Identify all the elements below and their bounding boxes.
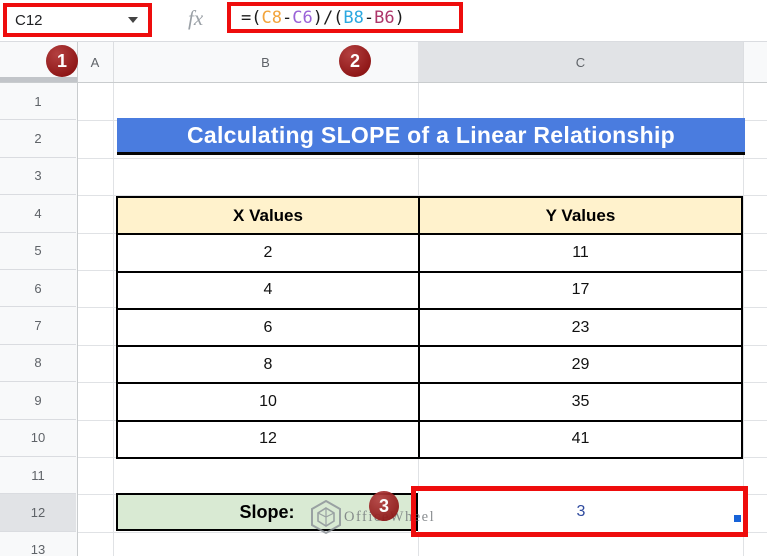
table-cell[interactable]: 12 xyxy=(118,421,418,458)
name-box[interactable]: C12 xyxy=(3,3,152,37)
row-header-3[interactable]: 3 xyxy=(0,158,76,196)
formula-token: - xyxy=(363,7,375,28)
formula-box[interactable]: =(C8-C6)/(B8-B6) xyxy=(227,2,463,33)
row-header-8[interactable]: 8 xyxy=(0,345,76,383)
row-header-10[interactable]: 10 xyxy=(0,420,76,457)
formula-token: B8 xyxy=(343,7,364,28)
formula-token: - xyxy=(281,7,293,28)
h-gridline xyxy=(77,157,767,159)
formula-token: C8 xyxy=(261,7,282,28)
row-header-11[interactable]: 11 xyxy=(0,457,76,495)
table-header-cell[interactable]: Y Values xyxy=(420,198,741,234)
row-header-5[interactable]: 5 xyxy=(0,233,76,270)
table-header-cell[interactable]: X Values xyxy=(118,198,418,234)
name-box-dropdown-icon[interactable] xyxy=(128,17,138,23)
column-header-a[interactable]: A xyxy=(77,42,114,82)
table-cell[interactable]: 35 xyxy=(420,384,741,420)
row-header-4[interactable]: 4 xyxy=(0,195,76,233)
row-header-column: 1 2 3 4 5 6 7 8 9 10 11 12 13 xyxy=(0,83,78,556)
table-cell[interactable]: 29 xyxy=(420,347,741,383)
v-gridline xyxy=(113,83,114,556)
data-table: X Values Y Values 2 11 4 17 6 23 8 29 10 35 12 41 xyxy=(116,196,743,460)
row-header-2[interactable]: 2 xyxy=(0,120,76,158)
column-header-b[interactable]: B xyxy=(113,42,419,82)
annotation-badge-1: 1 xyxy=(46,45,78,77)
formula-token: =( xyxy=(241,7,262,28)
formula-token: C6 xyxy=(292,7,313,28)
formula-token: )/( xyxy=(312,7,344,28)
spreadsheet-app: C12 fx =(C8-C6)/(B8-B6) A B C 1234567891… xyxy=(0,0,767,556)
row-header-7[interactable]: 7 xyxy=(0,307,76,345)
sheet-title: Calculating SLOPE of a Linear Relationsh… xyxy=(186,121,675,148)
row-header-1[interactable]: 1 xyxy=(0,83,76,121)
table-cell[interactable]: 6 xyxy=(118,309,418,346)
column-header-row: A B C xyxy=(0,42,767,83)
row-header-13[interactable]: 13 xyxy=(0,532,76,556)
title-banner-cell[interactable]: Calculating SLOPE of a Linear Relationsh… xyxy=(117,118,745,155)
frozen-pane-shadow xyxy=(0,77,77,82)
table-cell[interactable]: 23 xyxy=(420,309,741,346)
annotation-badge-2: 2 xyxy=(339,45,371,77)
row-header-9[interactable]: 9 xyxy=(0,382,76,420)
table-cell[interactable]: 11 xyxy=(420,235,741,271)
table-cell[interactable]: 17 xyxy=(420,272,741,308)
table-cell[interactable]: 10 xyxy=(118,384,418,420)
fx-icon: fx xyxy=(188,6,204,30)
annotation-rect-slope-result xyxy=(411,486,748,537)
officewheel-logo-icon xyxy=(311,500,341,534)
formula-bar: C12 fx =(C8-C6)/(B8-B6) xyxy=(0,0,767,42)
formula-token: B6 xyxy=(374,7,395,28)
row-header-12[interactable]: 12 xyxy=(0,494,76,532)
table-cell[interactable]: 4 xyxy=(118,272,418,308)
slope-label: Slope: xyxy=(239,501,295,522)
selection-fill-handle[interactable] xyxy=(734,515,741,522)
row-header-6[interactable]: 6 xyxy=(0,270,76,308)
column-header-c[interactable]: C xyxy=(418,42,744,82)
table-cell[interactable]: 41 xyxy=(420,421,741,458)
table-cell[interactable]: 8 xyxy=(118,347,418,383)
column-header-d[interactable] xyxy=(743,42,767,82)
annotation-badge-3: 3 xyxy=(369,491,399,521)
name-box-value: C12 xyxy=(15,11,43,29)
formula-input[interactable]: =(C8-C6)/(B8-B6) xyxy=(231,8,405,28)
table-cell[interactable]: 2 xyxy=(118,235,418,271)
formula-token: ) xyxy=(394,7,405,28)
